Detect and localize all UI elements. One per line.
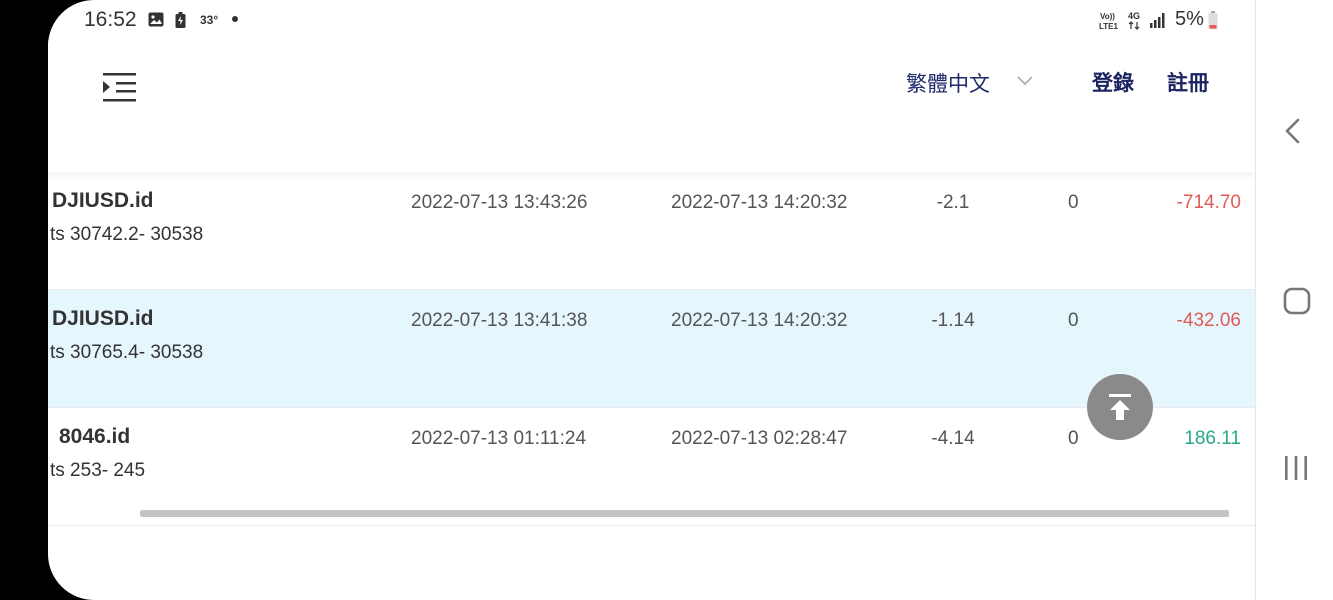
swap-cell: 0 — [1068, 428, 1079, 449]
lots-cell: -2.1 — [936, 192, 970, 213]
signal-icon — [1149, 12, 1167, 33]
battery-percent: 5% — [1175, 8, 1204, 30]
svg-text:Vo)): Vo)) — [1100, 12, 1115, 21]
menu-toggle-icon[interactable] — [102, 70, 138, 104]
trade-history-table: DJIUSD.id ts 30742.2- 30538 2022-07-13 1… — [48, 172, 1255, 526]
status-time: 16:52 — [84, 8, 137, 31]
symbol-cell: 8046.id — [59, 425, 131, 448]
table-row[interactable]: 8046.id ts 253- 245 2022-07-13 01:11:24 … — [48, 408, 1255, 526]
close-time-cell: 2022-07-13 14:20:32 — [671, 310, 848, 331]
symbol-cell: DJIUSD.id — [52, 189, 154, 212]
gallery-icon — [148, 12, 164, 32]
language-selector[interactable]: 繁體中文 — [906, 68, 990, 98]
svg-text:LTE1: LTE1 — [1099, 22, 1119, 31]
chevron-down-icon[interactable] — [1016, 74, 1034, 92]
status-bar: 16:52 33° Vo)) LTE1 4G 5% — [48, 0, 1255, 40]
symbol-cell: DJIUSD.id — [52, 307, 154, 330]
nav-back-icon[interactable] — [1284, 118, 1300, 149]
profit-cell: -714.70 — [1176, 192, 1241, 213]
profit-cell: -432.06 — [1176, 310, 1241, 331]
price-range-cell: ts 30765.4- 30538 — [50, 342, 204, 363]
login-link[interactable]: 登錄 — [1092, 67, 1134, 97]
table-row[interactable]: DJIUSD.id ts 30742.2- 30538 2022-07-13 1… — [48, 172, 1255, 290]
horizontal-scrollbar[interactable] — [48, 510, 1255, 517]
price-range-cell: ts 30742.2- 30538 — [50, 224, 204, 245]
profit-cell: 186.11 — [1184, 428, 1241, 449]
swap-cell: 0 — [1068, 192, 1079, 213]
svg-text:4G: 4G — [1128, 11, 1140, 21]
price-range-cell: ts 253- 245 — [50, 460, 146, 481]
open-time-cell: 2022-07-13 13:43:26 — [411, 192, 588, 213]
swap-cell: 0 — [1068, 310, 1079, 331]
close-time-cell: 2022-07-13 02:28:47 — [671, 428, 848, 449]
battery-saver-icon — [175, 12, 186, 33]
temperature-label: 33° — [200, 13, 219, 27]
4g-icon: 4G — [1127, 10, 1143, 35]
notification-dot-icon — [232, 16, 238, 22]
arrow-to-top-icon — [1109, 394, 1131, 420]
app-header: 繁體中文 登錄 註冊 — [48, 40, 1255, 172]
volte-icon: Vo)) LTE1 — [1099, 11, 1123, 36]
battery-icon — [1208, 11, 1218, 35]
nav-recents-icon[interactable] — [1283, 455, 1309, 486]
open-time-cell: 2022-07-13 01:11:24 — [411, 428, 587, 449]
lots-cell: -1.14 — [931, 310, 975, 331]
open-time-cell: 2022-07-13 13:41:38 — [411, 310, 588, 331]
system-nav-bar — [1255, 0, 1333, 600]
back-to-top-button[interactable] — [1087, 374, 1153, 440]
scrollbar-thumb[interactable] — [140, 510, 1229, 517]
lots-cell: -4.14 — [931, 428, 975, 449]
close-time-cell: 2022-07-13 14:20:32 — [671, 192, 848, 213]
nav-home-icon[interactable] — [1283, 287, 1311, 320]
register-link[interactable]: 註冊 — [1167, 67, 1209, 97]
phone-screen: 16:52 33° Vo)) LTE1 4G 5% 繁體中文 登錄 註冊 DJI… — [48, 0, 1255, 600]
table-row[interactable]: DJIUSD.id ts 30765.4- 30538 2022-07-13 1… — [48, 290, 1255, 408]
